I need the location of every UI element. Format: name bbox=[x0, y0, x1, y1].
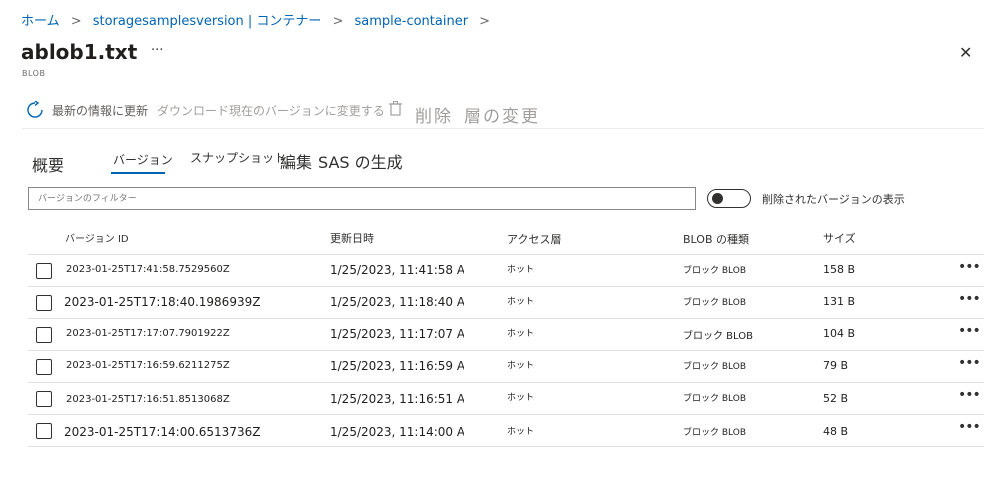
close-icon[interactable]: ✕ bbox=[959, 43, 972, 62]
access-tier-cell: ホット bbox=[507, 427, 535, 437]
access-tier-cell: ホット bbox=[507, 265, 535, 275]
change-tier-button[interactable]: 層の変更 bbox=[464, 102, 540, 127]
row-more-options-icon[interactable]: ••• bbox=[958, 387, 981, 403]
row-checkbox[interactable] bbox=[36, 263, 52, 279]
access-tier-cell: ホット bbox=[507, 393, 535, 403]
modified-cell: 1/25/2023, 11:16:51 AM bbox=[330, 392, 464, 406]
more-options-button[interactable]: ··· bbox=[151, 43, 163, 58]
size-cell: 52 B bbox=[823, 392, 849, 405]
version-id-cell[interactable]: 2023-01-25T17:16:51.8513068Z bbox=[66, 394, 230, 405]
version-id-cell[interactable]: 2023-01-25T17:41:58.7529560Z bbox=[66, 264, 230, 275]
access-tier-cell: ホット bbox=[507, 361, 535, 371]
size-cell: 79 B bbox=[823, 359, 849, 372]
modified-cell: 1/25/2023, 11:17:07 AM bbox=[330, 327, 464, 341]
version-filter-input[interactable] bbox=[28, 187, 696, 210]
refresh-icon bbox=[26, 100, 44, 123]
download-button[interactable]: ダウンロード bbox=[157, 102, 229, 119]
modified-cell: 1/25/2023, 11:18:40 AM bbox=[330, 295, 464, 309]
page-title: ablob1.txt bbox=[21, 40, 138, 64]
access-tier-cell: ホット bbox=[507, 297, 535, 307]
toggle-knob bbox=[712, 193, 723, 204]
breadcrumb-separator: > bbox=[479, 14, 491, 29]
version-id-cell[interactable]: 2023-01-25T17:17:07.7901922Z bbox=[66, 328, 230, 339]
row-checkbox[interactable] bbox=[36, 359, 52, 375]
column-header-modified[interactable]: 更新日時 bbox=[330, 230, 374, 246]
toolbar-divider bbox=[22, 128, 984, 129]
version-id-cell[interactable]: 2023-01-25T17:14:00.6513736Z bbox=[64, 425, 260, 439]
tab-overview[interactable]: 概要 bbox=[32, 152, 64, 176]
tab-edit[interactable]: 編集 bbox=[280, 149, 312, 173]
blob-type-cell: ブロック BLOB bbox=[683, 298, 746, 308]
row-more-options-icon[interactable]: ••• bbox=[958, 323, 981, 339]
blob-type-cell: ブロック BLOB bbox=[683, 362, 746, 372]
tab-active-indicator bbox=[111, 172, 165, 174]
make-current-version-button[interactable]: 現在のバージョンに変更する bbox=[229, 102, 385, 119]
version-id-cell[interactable]: 2023-01-25T17:18:40.1986939Z bbox=[64, 295, 260, 309]
size-cell: 48 B bbox=[823, 425, 849, 438]
column-header-blob-type[interactable]: BLOB の種類 bbox=[683, 231, 749, 247]
breadcrumb-home-link[interactable]: ホーム bbox=[21, 14, 60, 29]
column-header-size[interactable]: サイズ bbox=[823, 230, 856, 246]
row-more-options-icon[interactable]: ••• bbox=[958, 259, 981, 275]
tab-versions[interactable]: バージョン bbox=[113, 151, 173, 168]
blob-type-cell: ブロック BLOB bbox=[683, 394, 746, 404]
tab-snapshots[interactable]: スナップショット bbox=[190, 149, 286, 166]
show-deleted-versions-label: 削除されたバージョンの表示 bbox=[762, 193, 905, 206]
table-row[interactable]: 2023-01-25T17:18:40.1986939Z 1/25/2023, … bbox=[28, 287, 984, 319]
size-cell: 104 B bbox=[823, 327, 856, 340]
show-deleted-versions-toggle[interactable] bbox=[707, 189, 751, 208]
breadcrumb-account-link[interactable]: storagesamplesversion | コンテナー bbox=[93, 14, 322, 29]
tab-generate-sas[interactable]: SAS の生成 bbox=[318, 149, 403, 173]
row-checkbox[interactable] bbox=[36, 423, 52, 439]
modified-cell: 1/25/2023, 11:41:58 AM bbox=[330, 263, 464, 277]
row-more-options-icon[interactable]: ••• bbox=[958, 291, 981, 307]
breadcrumb-separator: > bbox=[70, 14, 82, 29]
table-row[interactable]: 2023-01-25T17:41:58.7529560Z 1/25/2023, … bbox=[28, 255, 984, 287]
row-checkbox[interactable] bbox=[36, 391, 52, 407]
delete-button[interactable]: 削除 bbox=[415, 102, 453, 127]
access-tier-cell: ホット bbox=[507, 329, 535, 339]
row-checkbox[interactable] bbox=[36, 327, 52, 343]
table-row[interactable]: 2023-01-25T17:17:07.7901922Z 1/25/2023, … bbox=[28, 319, 984, 351]
size-cell: 131 B bbox=[823, 295, 856, 308]
breadcrumb: ホーム > storagesamplesversion | コンテナー > sa… bbox=[21, 10, 496, 29]
modified-cell: 1/25/2023, 11:14:00 AM bbox=[330, 425, 464, 439]
row-more-options-icon[interactable]: ••• bbox=[958, 355, 981, 371]
version-id-cell[interactable]: 2023-01-25T17:16:59.6211275Z bbox=[66, 360, 230, 371]
column-header-version-id[interactable]: バージョン ID bbox=[65, 230, 129, 245]
row-more-options-icon[interactable]: ••• bbox=[958, 419, 981, 435]
column-header-access-tier[interactable]: アクセス層 bbox=[507, 231, 561, 247]
row-checkbox[interactable] bbox=[36, 295, 52, 311]
blob-type-cell: ブロック BLOB bbox=[683, 331, 753, 342]
refresh-label: 最新の情報に更新 bbox=[52, 104, 149, 118]
table-row[interactable]: 2023-01-25T17:14:00.6513736Z 1/25/2023, … bbox=[28, 415, 984, 447]
breadcrumb-container-link[interactable]: sample-container bbox=[355, 14, 469, 29]
blob-type-cell: ブロック BLOB bbox=[683, 428, 746, 438]
delete-icon bbox=[389, 101, 402, 120]
breadcrumb-separator: > bbox=[332, 14, 344, 29]
modified-cell: 1/25/2023, 11:16:59 AM bbox=[330, 359, 464, 373]
table-row[interactable]: 2023-01-25T17:16:59.6211275Z 1/25/2023, … bbox=[28, 351, 984, 383]
page-subtitle: BLOB bbox=[22, 69, 46, 78]
table-row[interactable]: 2023-01-25T17:16:51.8513068Z 1/25/2023, … bbox=[28, 383, 984, 415]
blob-type-cell: ブロック BLOB bbox=[683, 266, 746, 276]
size-cell: 158 B bbox=[823, 263, 856, 276]
